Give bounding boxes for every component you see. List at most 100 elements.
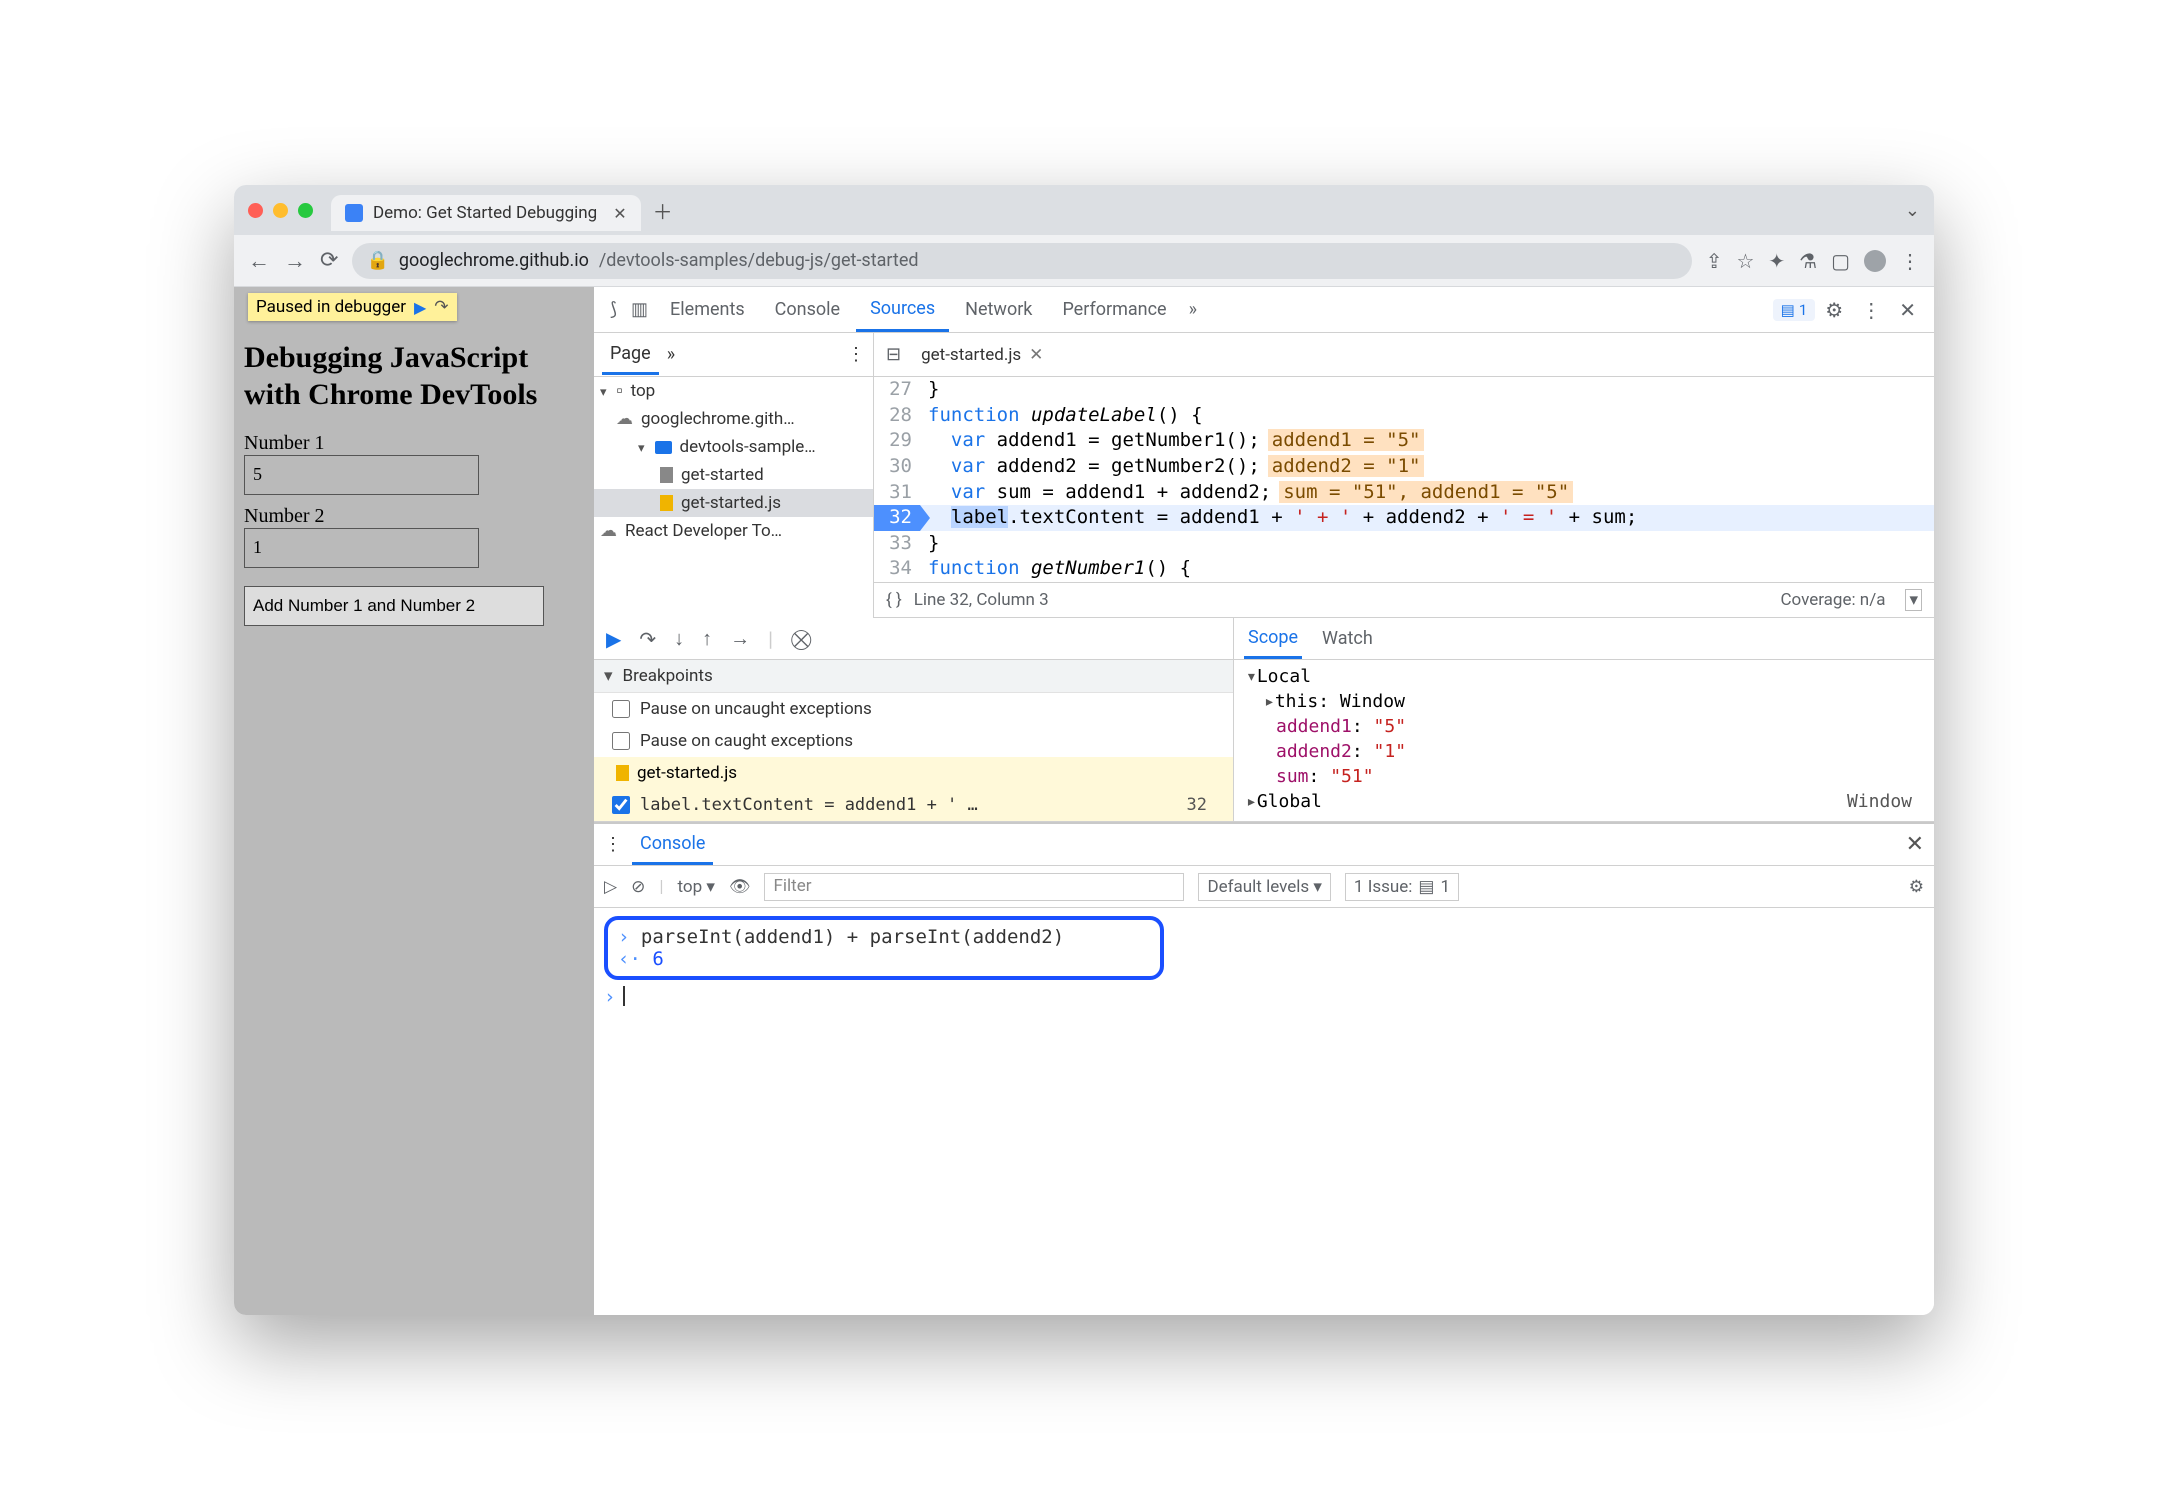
scope-this[interactable]: this: Window — [1234, 689, 1934, 714]
close-drawer-icon[interactable]: ✕ — [1906, 832, 1924, 857]
scope-watch-tabs: Scope Watch — [1234, 618, 1934, 660]
tree-file-html[interactable]: get-started — [594, 461, 873, 489]
editor-tab-label: get-started.js — [921, 345, 1021, 365]
tree-site[interactable]: googlechrome.gith… — [594, 405, 873, 433]
paused-label: Paused in debugger — [256, 297, 406, 317]
tree-extension[interactable]: React Developer To… — [594, 517, 873, 545]
clear-console-icon[interactable]: ⊘ — [631, 877, 645, 897]
panel-icon[interactable]: ▢ — [1831, 249, 1850, 273]
close-devtools-icon[interactable]: ✕ — [1891, 298, 1924, 322]
scope-addend1: addend1: "5" — [1234, 714, 1934, 739]
tree-folder[interactable]: devtools-sample… — [594, 433, 873, 461]
step-into-button[interactable]: ↓ — [674, 626, 684, 651]
tab-console[interactable]: Console — [761, 289, 854, 330]
input-number2[interactable] — [244, 528, 479, 568]
maximize-window-icon[interactable] — [298, 203, 313, 218]
deactivate-breakpoints-button[interactable]: ⛒ — [791, 627, 811, 651]
context-selector[interactable]: top ▾ — [677, 877, 714, 897]
live-expression-icon[interactable]: 👁 — [729, 877, 751, 897]
profile-avatar[interactable] — [1864, 250, 1886, 272]
coverage-label: Coverage: n/a — [1780, 590, 1885, 610]
pause-uncaught-row[interactable]: Pause on uncaught exceptions — [594, 693, 1233, 725]
console-filter[interactable]: Filter — [764, 873, 1184, 901]
close-editor-tab-icon[interactable]: ✕ — [1029, 345, 1043, 365]
new-tab-button[interactable]: ＋ — [653, 196, 673, 225]
input-number1[interactable] — [244, 455, 479, 495]
bookmark-icon[interactable]: ☆ — [1736, 249, 1754, 273]
menu-icon[interactable]: ⋮ — [1900, 249, 1920, 273]
forward-button[interactable]: → — [284, 248, 306, 274]
pause-uncaught-checkbox[interactable] — [612, 700, 630, 718]
breakpoint-line[interactable]: label.textContent = addend1 + ' … 32 — [594, 789, 1233, 821]
navigator-menu-icon[interactable]: ⋮ — [847, 344, 865, 365]
scope-body: Local this: Window addend1: "5" addend2:… — [1234, 660, 1934, 818]
console-body[interactable]: › parseInt(addend1) + parseInt(addend2) … — [594, 908, 1934, 1016]
tab-scope[interactable]: Scope — [1244, 619, 1302, 659]
url-host: googlechrome.github.io — [399, 250, 589, 271]
code-editor[interactable]: 27} 28function updateLabel() { 29 var ad… — [874, 377, 1934, 618]
toggle-navigator-icon[interactable]: ⊟ — [882, 344, 905, 365]
minimize-window-icon[interactable] — [273, 203, 288, 218]
toggle-sidebar-icon[interactable]: ▷ — [604, 877, 617, 897]
tab-sources[interactable]: Sources — [856, 288, 949, 332]
close-window-icon[interactable] — [248, 203, 263, 218]
browser-tab[interactable]: Demo: Get Started Debugging ✕ — [331, 195, 641, 231]
browser-window: Demo: Get Started Debugging ✕ ＋ ⌄ ← → ⟳ … — [234, 185, 1934, 1315]
editor-tabbar: ⊟ get-started.js ✕ — [874, 333, 1934, 376]
navigator-header: Page » ⋮ — [594, 333, 874, 376]
step-out-button[interactable]: ↑ — [702, 626, 712, 651]
drawer-tab-console[interactable]: Console — [632, 825, 713, 865]
console-settings-icon[interactable]: ⚙ — [1909, 877, 1924, 897]
navigator-tab-page[interactable]: Page — [602, 335, 659, 375]
labs-icon[interactable]: ⚗ — [1799, 249, 1817, 273]
inspect-icon[interactable]: ⟆ — [604, 299, 623, 320]
step-over-button[interactable]: ↷ — [639, 627, 656, 651]
editor-settings-icon[interactable]: ▾ — [1905, 589, 1922, 611]
paused-overlay: Paused in debugger ▶ ↷ — [248, 293, 457, 321]
tab-elements[interactable]: Elements — [656, 289, 759, 330]
step-over-icon[interactable]: ↷ — [434, 297, 448, 317]
editor-tab[interactable]: get-started.js ✕ — [911, 339, 1053, 371]
extensions-icon[interactable]: ✦ — [1768, 249, 1785, 273]
editor-status: { } Line 32, Column 3 Coverage: n/a ▾ — [874, 582, 1934, 618]
breakpoint-checkbox[interactable] — [612, 796, 630, 814]
tab-network[interactable]: Network — [951, 289, 1046, 330]
tree-file-js[interactable]: get-started.js — [594, 489, 873, 517]
pause-caught-row[interactable]: Pause on caught exceptions — [594, 725, 1233, 757]
scope-global[interactable]: GlobalWindow — [1234, 789, 1934, 814]
device-icon[interactable]: ▥ — [625, 299, 654, 320]
resume-icon[interactable]: ▶ — [414, 298, 426, 317]
debugger-right: Scope Watch Local this: Window addend1: … — [1234, 618, 1934, 821]
issues-badge[interactable]: ▤ 1 — [1773, 299, 1816, 321]
navigator-more-icon[interactable]: » — [667, 344, 675, 365]
kebab-icon[interactable]: ⋮ — [1853, 298, 1889, 322]
back-button[interactable]: ← — [248, 248, 270, 274]
log-levels[interactable]: Default levels ▾ — [1198, 873, 1330, 901]
pretty-print-icon[interactable]: { } — [886, 590, 902, 610]
step-button[interactable]: → — [730, 626, 750, 651]
drawer-menu-icon[interactable]: ⋮ — [604, 834, 622, 855]
debug-toolbar: ▶ ↷ ↓ ↑ → | ⛒ — [594, 618, 1233, 660]
add-button[interactable]: Add Number 1 and Number 2 — [244, 586, 544, 626]
tab-performance[interactable]: Performance — [1048, 289, 1180, 330]
breakpoints-header[interactable]: Breakpoints — [594, 660, 1233, 693]
scope-local[interactable]: Local — [1234, 664, 1934, 689]
breakpoint-file[interactable]: get-started.js — [594, 757, 1233, 789]
reload-button[interactable]: ⟳ — [320, 248, 338, 273]
share-icon[interactable]: ⇪ — [1706, 249, 1723, 273]
close-tab-icon[interactable]: ✕ — [613, 204, 626, 223]
tab-watch[interactable]: Watch — [1322, 628, 1373, 649]
console-cursor[interactable] — [623, 986, 625, 1006]
window-controls — [248, 203, 313, 218]
console-issues[interactable]: 1 Issue: ▤ 1 — [1345, 873, 1459, 901]
tab-overflow-icon[interactable]: ⌄ — [1905, 200, 1920, 221]
debugger-left: ▶ ↷ ↓ ↑ → | ⛒ Breakpoints Pause on uncau… — [594, 618, 1234, 821]
tree-top[interactable]: ▫ top — [594, 377, 873, 405]
devtools-panel: ⟆ ▥ Elements Console Sources Network Per… — [594, 287, 1934, 1315]
address-bar[interactable]: 🔒 googlechrome.github.io/devtools-sample… — [352, 243, 1691, 279]
settings-icon[interactable]: ⚙ — [1817, 298, 1851, 322]
resume-button[interactable]: ▶ — [606, 627, 621, 651]
current-line: 32 label.textContent = addend1 + ' + ' +… — [874, 505, 1934, 531]
more-tabs-icon[interactable]: » — [1183, 299, 1203, 320]
pause-caught-checkbox[interactable] — [612, 732, 630, 750]
